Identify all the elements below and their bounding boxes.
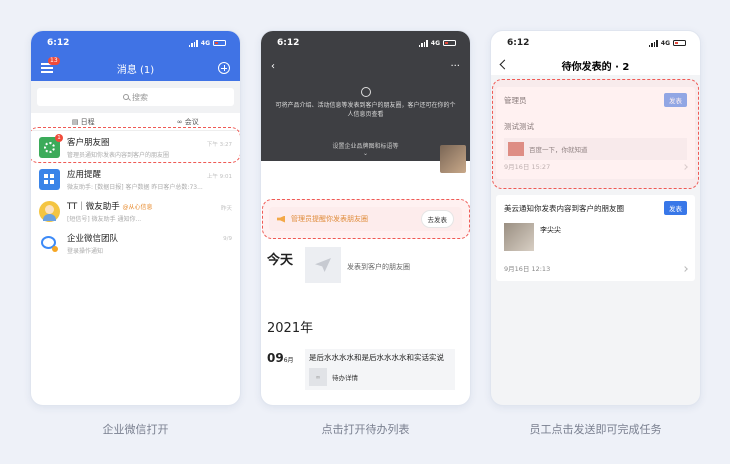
caption-3: 员工点击发送即可完成任务 bbox=[529, 423, 662, 436]
year-label: 2021年 bbox=[267, 321, 314, 336]
status-indicators: 4G bbox=[418, 39, 456, 47]
tab-calendar[interactable]: ▤ 日程 bbox=[31, 117, 136, 127]
chevron-down-icon: ⌄ bbox=[362, 150, 369, 157]
banner-text: 管理员提醒你发表朋友圈 bbox=[291, 215, 368, 223]
status-indicators: 4G bbox=[188, 39, 226, 47]
post-author: 李尖尖 bbox=[540, 226, 561, 234]
chat-item-tt-assistant[interactable]: TT｜微友助手 @从心信息 [短信号] 微友助手 通知你... 昨天 bbox=[31, 195, 240, 227]
battery-icon bbox=[673, 40, 686, 46]
wecom-team-icon bbox=[39, 232, 60, 254]
post-image bbox=[504, 223, 534, 251]
caption-2: 点击打开待办列表 bbox=[321, 423, 410, 436]
chat-time: 9/9 bbox=[223, 236, 232, 242]
battery-icon bbox=[443, 40, 456, 46]
apps-icon bbox=[39, 168, 60, 190]
chat-item-app-reminder[interactable]: 应用提醒 微友助手: [数据日报] 客户数据 昨日客户总数:73... 上午 9… bbox=[31, 163, 240, 195]
plus-icon[interactable] bbox=[218, 62, 230, 74]
profile-photo bbox=[440, 145, 466, 173]
phone-todo-list: 6:12 4G ‹ ··· 可将产品介绍、活动信息等发表到客户的朋友圈，客户还可… bbox=[260, 30, 471, 406]
card-sender: 美云通知你发表内容到客户的朋友圈 bbox=[504, 203, 624, 213]
status-time: 6:12 bbox=[47, 38, 70, 48]
highlight-moments bbox=[31, 127, 240, 163]
phone-wecom-messages: 6:12 4G 13 消息 (1) 搜索 ▤ 日程 ∞ 会议 1 客户朋友圈 管… bbox=[30, 30, 241, 406]
network-label: 4G bbox=[430, 39, 440, 47]
chat-name: TT｜微友助手 bbox=[67, 201, 120, 212]
chat-preview: 微友助手: [数据日报] 客户数据 昨日客户总数:73... bbox=[67, 183, 203, 191]
chevron-right-icon bbox=[682, 266, 688, 272]
network-label: 4G bbox=[660, 39, 670, 47]
search-placeholder: 搜索 bbox=[132, 92, 148, 102]
calendar-icon: ▤ bbox=[71, 117, 81, 126]
phone-pending-publish: 6:12 4G 待你发表的 · 2 管理员 发表 测试测试 百度一下，你就知道 … bbox=[490, 30, 701, 406]
publish-tile[interactable] bbox=[305, 247, 341, 283]
pending-card-meiyun[interactable]: 美云通知你发表内容到客户的朋友圈 发表 李尖尖 9月16日 12:13 bbox=[496, 195, 695, 281]
chat-item-wecom-team[interactable]: 企业微信团队 登录操作通知 9/9 bbox=[31, 227, 240, 259]
brand-settings-link[interactable]: 设置企业品牌图和标语等 ⌄ bbox=[261, 141, 470, 157]
caption-1: 企业微信打开 bbox=[102, 423, 169, 436]
chat-tag: @从心信息 bbox=[122, 203, 153, 211]
search-input[interactable]: 搜索 bbox=[37, 88, 234, 106]
menu-icon[interactable]: 13 bbox=[41, 57, 60, 73]
nav-bar: 待你发表的 · 2 bbox=[491, 55, 700, 75]
cover-description: 可将产品介绍、活动信息等发表到客户的朋友圈，客户还可在你的个人信息页查看 bbox=[275, 102, 456, 118]
card-time: 9月16日 12:13 bbox=[504, 265, 551, 273]
chat-preview: [短信号] 微友助手 通知你... bbox=[67, 215, 142, 223]
page-title: 待你发表的 · 2 bbox=[561, 61, 630, 73]
battery-icon bbox=[213, 40, 226, 46]
megaphone-icon bbox=[277, 215, 285, 223]
more-icon[interactable]: ··· bbox=[450, 61, 460, 72]
moment-entry[interactable]: 是后水水水水和是后水水水水和实话实说 ∞ 待办详情 bbox=[305, 349, 455, 390]
link-icon: ∞ bbox=[309, 368, 327, 386]
camera-icon[interactable] bbox=[360, 87, 371, 97]
status-time: 6:12 bbox=[507, 38, 530, 48]
status-bar: 6:12 4G bbox=[491, 31, 700, 55]
status-bar: 6:12 4G bbox=[31, 31, 240, 55]
tab-meeting[interactable]: ∞ 会议 bbox=[136, 117, 241, 127]
status-bar: 6:12 4G bbox=[261, 31, 470, 55]
page-title: 消息 (1) bbox=[116, 64, 155, 76]
person-avatar bbox=[39, 200, 60, 222]
moments-cover: 6:12 4G ‹ ··· 可将产品介绍、活动信息等发表到客户的朋友圈，客户还可… bbox=[261, 31, 470, 173]
back-icon[interactable] bbox=[499, 59, 510, 70]
signal-icon bbox=[648, 39, 658, 47]
entry-date: 096月 bbox=[267, 351, 294, 365]
chat-preview: 登录操作通知 bbox=[67, 247, 104, 255]
chat-time: 上午 9:01 bbox=[206, 174, 232, 180]
go-publish-button[interactable]: 去发表 bbox=[420, 210, 454, 228]
chat-name: 企业微信团队 bbox=[67, 233, 119, 244]
publish-placeholder: 发表到客户的朋友圈 bbox=[347, 263, 410, 271]
back-icon[interactable]: ‹ bbox=[271, 61, 275, 72]
status-time: 6:12 bbox=[277, 38, 300, 48]
signal-icon bbox=[188, 39, 198, 47]
messages-header: 6:12 4G 13 消息 (1) bbox=[31, 31, 240, 81]
today-label: 今天 bbox=[267, 253, 294, 268]
admin-reminder-banner[interactable]: 管理员提醒你发表朋友圈 去发表 bbox=[269, 207, 462, 231]
entry-text: 是后水水水水和是后水水水水和实话实说 bbox=[309, 353, 444, 362]
chat-time: 昨天 bbox=[220, 206, 232, 212]
menu-badge: 13 bbox=[48, 57, 60, 65]
publish-button[interactable]: 发表 bbox=[664, 201, 687, 215]
send-plane-icon bbox=[315, 258, 331, 272]
highlight-card bbox=[492, 79, 699, 189]
network-label: 4G bbox=[200, 39, 210, 47]
signal-icon bbox=[418, 39, 428, 47]
search-icon bbox=[123, 94, 129, 100]
meeting-icon: ∞ bbox=[176, 117, 185, 126]
todo-detail-link[interactable]: ∞ 待办详情 bbox=[309, 368, 451, 386]
status-indicators: 4G bbox=[648, 39, 686, 47]
